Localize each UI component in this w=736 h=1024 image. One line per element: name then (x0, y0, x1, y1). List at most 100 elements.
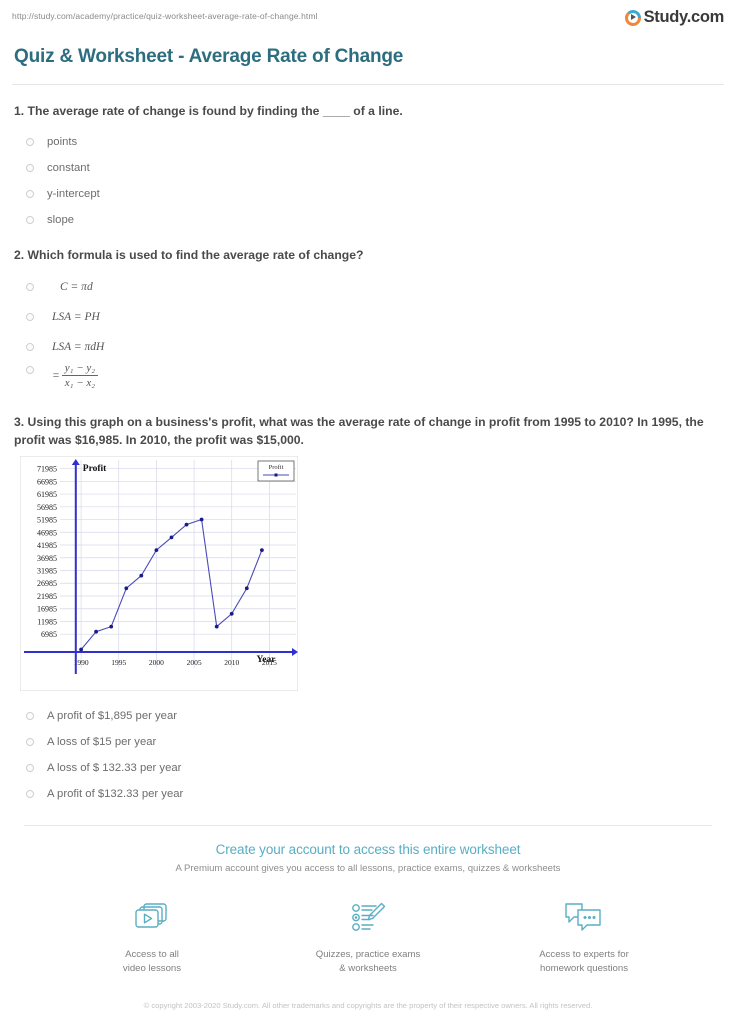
chart-svg: 6985 11985 16985 21985 26985 31985 36985 41985 4… (20, 455, 298, 691)
radio-button-icon[interactable] (26, 366, 34, 375)
chart-y-tick-label: 26985 (37, 579, 57, 588)
chart-data-point (154, 547, 159, 552)
page-url: http://study.com/academy/practice/quiz-w… (12, 11, 318, 21)
option-label: A loss of $ 132.33 per year (47, 761, 182, 774)
chart-data-point (244, 586, 249, 590)
feature-item: Quizzes, practice exams & worksheets (303, 896, 433, 976)
question-3-text: 3. Using this graph on a business's prof… (14, 415, 704, 448)
chart-data-point (199, 517, 204, 522)
cta-title[interactable]: Create your account to access this entir… (12, 842, 724, 857)
chart-x-tick-label: 2000 (149, 658, 164, 667)
feature-list: Access to all video lessons Quizzes, pra… (12, 896, 724, 976)
chart-y-tick-label: 66985 (37, 477, 57, 486)
copyright-text: © copyright 2003-2020 Study.com. All oth… (143, 1000, 593, 1010)
option-label: constant (47, 161, 90, 174)
quiz-pencil-icon (303, 896, 433, 940)
chart-y-tick-label: 31985 (37, 566, 57, 575)
chart-y-axis-label: Profit (83, 464, 107, 474)
fraction-numerator: y₁ − y₂ (61, 362, 99, 377)
option-row[interactable]: A profit of $1,895 per year (12, 703, 724, 729)
chart-data-point (139, 573, 144, 578)
chart-legend: Profit (257, 460, 295, 482)
chart-x-tick-label: 1995 (111, 658, 126, 667)
chart-data-point (214, 624, 219, 629)
option-formula: C = πd (60, 281, 93, 294)
chart-y-tick-label: 11985 (37, 617, 57, 626)
chart-data-point (229, 611, 234, 616)
video-lessons-icon (87, 896, 217, 940)
option-row[interactable]: A profit of $132.33 per year (12, 781, 724, 807)
logo-text: Study.com (643, 8, 725, 26)
chart-data-point (169, 535, 174, 540)
option-row[interactable]: LSA = PH (12, 302, 724, 332)
question-2-text: 2. Which formula is used to find the ave… (14, 247, 364, 262)
chart-data-point (260, 547, 264, 552)
feature-item: Access to all video lessons (87, 896, 217, 976)
option-row[interactable]: y-intercept (12, 181, 724, 207)
feature-caption-line1: Quizzes, practice exams (315, 948, 421, 960)
chart-y-tick-label: 6985 (41, 630, 57, 639)
fraction: y₁ − y₂ x₁ − x₂ (61, 362, 99, 390)
chart-x-axis-label: Year (257, 655, 277, 665)
cta-subtitle: A Premium account gives you access to al… (175, 862, 561, 874)
question-2-options: C = πd LSA = PH LSA = πdH = y₁ − y₂ x₁ −… (12, 272, 724, 400)
chart-y-tick-label: 56985 (37, 503, 57, 512)
feature-caption-line2: homework questions (540, 962, 628, 974)
option-row[interactable]: = y₁ − y₂ x₁ − x₂ (12, 362, 724, 400)
chart-y-tick-label: 61985 (37, 490, 57, 499)
page-header: http://study.com/academy/practice/quiz-w… (12, 0, 724, 34)
legend-marker-swatch (274, 473, 278, 477)
option-label: slope (47, 213, 75, 226)
option-row[interactable]: A loss of $15 per year (12, 729, 724, 755)
option-formula: LSA = PH (52, 311, 100, 324)
profit-line-chart: 6985 11985 16985 21985 26985 31985 36985 41985 4… (20, 455, 300, 693)
feature-caption-line2: video lessons (122, 962, 182, 974)
option-row[interactable]: constant (12, 155, 724, 181)
option-label: A loss of $15 per year (47, 735, 157, 748)
radio-button-icon[interactable] (26, 763, 34, 772)
chart-y-tick-label: 21985 (37, 592, 57, 601)
chart-data-point (109, 624, 114, 629)
chart-data-point (79, 647, 83, 652)
option-label: y-intercept (47, 187, 100, 200)
radio-button-icon[interactable] (26, 313, 34, 322)
radio-button-icon[interactable] (26, 737, 34, 746)
cta-section: Create your account to access this entir… (12, 826, 724, 1011)
chart-data-point (184, 522, 189, 527)
option-label: A profit of $132.33 per year (47, 787, 184, 800)
chart-y-tick-label: 51985 (37, 515, 57, 524)
feature-caption-line1: Access to experts for (539, 948, 629, 960)
radio-button-icon[interactable] (26, 343, 34, 352)
option-formula: LSA = πdH (52, 341, 105, 354)
radio-button-icon[interactable] (26, 137, 34, 146)
radio-button-icon[interactable] (26, 163, 34, 172)
option-row[interactable]: slope (12, 207, 724, 233)
radio-button-icon[interactable] (26, 189, 34, 198)
radio-button-icon[interactable] (26, 283, 34, 292)
chart-y-tick-label: 41985 (37, 541, 57, 550)
option-row[interactable]: C = πd (12, 272, 724, 302)
chart-y-tick-label: 36985 (37, 554, 57, 563)
equals-sign: = (52, 369, 60, 382)
study-com-logo[interactable]: Study.com (624, 8, 725, 27)
play-circle-icon (624, 9, 641, 26)
question-3-options: A profit of $1,895 per year A loss of $1… (12, 703, 724, 807)
chart-y-tick-label: 71985 (37, 464, 57, 473)
radio-button-icon[interactable] (26, 215, 34, 224)
option-label: points (47, 135, 78, 148)
chart-x-tick-label: 2005 (187, 658, 202, 667)
chart-y-tick-label: 46985 (37, 528, 57, 537)
chart-data-point (94, 629, 98, 634)
question-1-text: 1. The average rate of change is found b… (14, 104, 403, 118)
radio-button-icon[interactable] (26, 711, 34, 720)
option-row[interactable]: LSA = πdH (12, 332, 724, 362)
chart-data-point (124, 586, 129, 590)
chart-x-tick-label: 2010 (224, 658, 239, 667)
feature-item: Access to experts for homework questions (519, 896, 649, 976)
feature-caption-line1: Access to all (125, 948, 179, 960)
option-row[interactable]: A loss of $ 132.33 per year (12, 755, 724, 781)
option-fraction-formula: = y₁ − y₂ x₁ − x₂ (52, 362, 99, 390)
fraction-denominator: x₁ − x₂ (64, 377, 96, 390)
option-row[interactable]: points (12, 129, 724, 155)
radio-button-icon[interactable] (26, 789, 34, 798)
